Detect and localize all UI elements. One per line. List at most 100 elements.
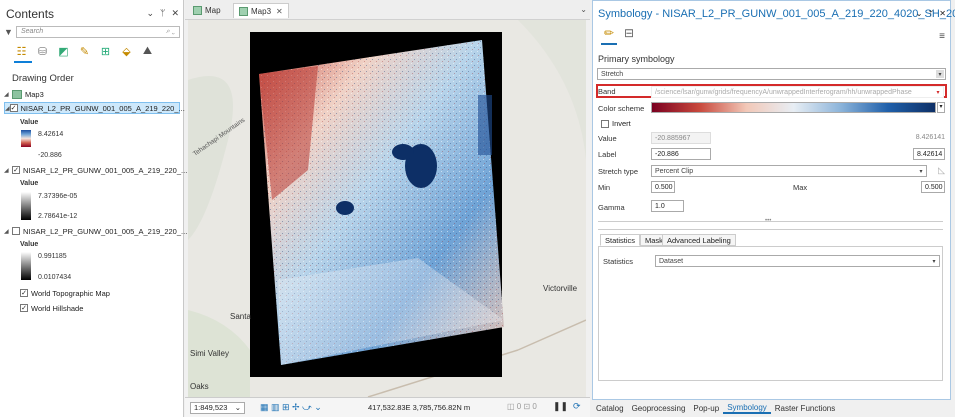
refresh-icon[interactable]: ⟳: [573, 401, 581, 412]
layer-name: World Hillshade: [31, 303, 84, 313]
tab-advanced-labeling[interactable]: Advanced Labeling: [662, 234, 736, 246]
filter-icon[interactable]: ▼: [4, 27, 16, 37]
tab-popup[interactable]: Pop-up: [689, 404, 723, 413]
search-input[interactable]: Search ⌕ ⌄: [16, 25, 180, 38]
band-select[interactable]: /science/lsar/gunw/grids/frequencyA/unwr…: [651, 86, 944, 98]
menu-icon[interactable]: ≡: [939, 31, 945, 42]
chevron-down-icon[interactable]: ⌄: [580, 5, 587, 14]
map-icon: [193, 6, 202, 15]
search-icon[interactable]: ⌕ ⌄: [166, 28, 175, 36]
gamma-field[interactable]: 1.0: [651, 200, 684, 212]
place-label-oaks: Oaks: [190, 382, 209, 391]
pane-controls: ⌄ ᛘ ✕: [916, 9, 946, 18]
pin-icon[interactable]: ᛘ: [928, 9, 933, 18]
pause-icon[interactable]: ❚❚: [553, 401, 568, 412]
grayscale-ramp-swatch: [21, 252, 31, 280]
label-label: Label: [598, 150, 617, 159]
min-label: Min: [598, 183, 611, 192]
close-icon[interactable]: ✕: [939, 9, 946, 18]
collapse-icon[interactable]: ◢: [4, 228, 12, 235]
chevron-down-icon[interactable]: ▾: [917, 167, 925, 175]
layer-checkbox[interactable]: ✓: [20, 304, 28, 312]
layer-item-2[interactable]: ◢ ✓ NISAR_L2_PR_GUNW_001_005_A_219_220_.…: [4, 164, 187, 176]
layer-name: NISAR_L2_PR_GUNW_001_005_A_219_220_...: [23, 226, 188, 236]
list-by-labeling-icon[interactable]: ⬙: [119, 44, 134, 59]
map-canvas[interactable]: Victorville Santa Simi Valley Oaks Tehac…: [188, 20, 586, 397]
basemap-item-hillshade[interactable]: ✓ World Hillshade: [20, 302, 83, 314]
pane-controls: ⌄ ᛘ ✕: [147, 8, 180, 19]
band-label: Band: [598, 87, 616, 96]
primary-symbology-icon[interactable]: ✏: [601, 25, 617, 41]
invert-label: Invert: [612, 119, 631, 128]
scale-value: 1:849,523: [194, 403, 228, 412]
max-field[interactable]: 0.500: [921, 181, 945, 193]
min-field[interactable]: 0.500: [651, 181, 675, 193]
chevron-down-icon[interactable]: ▾: [930, 257, 938, 265]
secondary-symbology-icon[interactable]: ⊟: [621, 25, 637, 41]
splitter-handle[interactable]: •••: [765, 218, 771, 224]
raster-blue-zone: [478, 95, 492, 155]
color-ramp-swatch: [21, 130, 31, 147]
color-scheme-ramp[interactable]: [651, 102, 936, 113]
stretch-type-value: Percent Clip: [655, 167, 694, 175]
selection-count-icon[interactable]: ◫ 0 ⊡ 0: [507, 402, 537, 411]
invert-checkbox[interactable]: [601, 119, 609, 128]
label-min-field[interactable]: -20.886: [651, 148, 711, 160]
statistics-select[interactable]: Dataset ▾: [655, 255, 940, 267]
max-label: Max: [793, 183, 808, 192]
chevron-down-icon[interactable]: ▾: [937, 102, 945, 113]
chevron-down-icon[interactable]: ⌄: [147, 8, 155, 19]
tab-map[interactable]: Map: [188, 3, 226, 18]
list-by-editing-icon[interactable]: ✎: [77, 44, 92, 59]
chevron-down-icon[interactable]: ⌄: [916, 9, 923, 18]
list-by-source-icon[interactable]: ⛁: [35, 44, 50, 59]
active-tool-indicator: [14, 61, 32, 63]
list-by-perspective-icon[interactable]: ⛰: [140, 44, 155, 59]
renderer-select[interactable]: Stretch ▾: [597, 68, 946, 80]
search-placeholder: Search: [21, 28, 44, 35]
label-max-field[interactable]: 8.42614: [913, 148, 945, 160]
layer-checkbox[interactable]: ✓: [12, 166, 20, 174]
tab-statistics[interactable]: Statistics: [600, 234, 641, 246]
list-by-selection-icon[interactable]: ◩: [56, 44, 71, 59]
value-min-field: -20.885967: [651, 132, 711, 144]
layer-checkbox[interactable]: ✓: [20, 289, 28, 297]
collapse-icon[interactable]: ◢: [4, 167, 12, 174]
list-by-snapping-icon[interactable]: ⊞: [98, 44, 113, 59]
invert-option[interactable]: Invert: [601, 119, 631, 128]
layer-item-1[interactable]: ◢ ✓ NISAR_L2_PR_GUNW_001_005_A_219_220_.…: [4, 102, 185, 114]
close-icon[interactable]: ✕: [171, 8, 179, 19]
close-icon[interactable]: ✕: [276, 7, 283, 16]
raster-dark-patch: [336, 201, 354, 215]
layer-checkbox[interactable]: ✓: [9, 104, 18, 112]
collapse-icon[interactable]: ◢: [4, 91, 12, 98]
tab-raster-functions[interactable]: Raster Functions: [771, 404, 839, 413]
symbology-pane: Symbology - NISAR_L2_PR_GUNW_001_005_A_2…: [592, 0, 955, 400]
legend-title: Value: [20, 180, 39, 187]
layer-checkbox[interactable]: [12, 227, 20, 235]
map-grid-icon[interactable]: ▦ ▥ ⊞ ✢ ⤻ ⌄: [260, 402, 322, 413]
contents-title: Contents: [6, 7, 55, 21]
value-max-field: 8.426141: [915, 134, 945, 141]
legend-title: Value: [20, 241, 39, 248]
map-node[interactable]: ◢ Map3: [4, 88, 44, 100]
place-label-santa: Santa: [230, 312, 251, 321]
contents-pane: Contents ⌄ ᛘ ✕ ▼ Search ⌕ ⌄ ☷ ⛁ ◩ ✎ ⊞ ⬙ …: [0, 0, 187, 417]
chevron-down-icon[interactable]: ▾: [936, 70, 944, 78]
chevron-down-icon[interactable]: ⌄: [235, 403, 241, 412]
grayscale-ramp-swatch: [21, 192, 31, 220]
tab-catalog[interactable]: Catalog: [592, 404, 628, 413]
layer-item-3[interactable]: ◢ NISAR_L2_PR_GUNW_001_005_A_219_220_...: [4, 225, 187, 237]
tab-geoprocessing[interactable]: Geoprocessing: [628, 404, 690, 413]
scale-selector[interactable]: 1:849,523 ⌄: [190, 401, 245, 414]
tab-symbology[interactable]: Symbology: [723, 403, 771, 414]
histogram-icon[interactable]: ◺: [938, 165, 945, 176]
statistics-tab-content: Statistics Dataset ▾: [598, 246, 943, 381]
list-by-drawing-order-icon[interactable]: ☷: [14, 44, 29, 59]
tab-map3[interactable]: Map3 ✕: [233, 3, 289, 18]
layer-name: NISAR_L2_PR_GUNW_001_005_A_219_220_...: [23, 165, 188, 175]
pin-icon[interactable]: ᛘ: [160, 8, 165, 19]
basemap-item-topographic[interactable]: ✓ World Topographic Map: [20, 287, 110, 299]
chevron-down-icon[interactable]: ▾: [934, 88, 942, 96]
stretch-type-select[interactable]: Percent Clip ▾: [651, 165, 927, 177]
